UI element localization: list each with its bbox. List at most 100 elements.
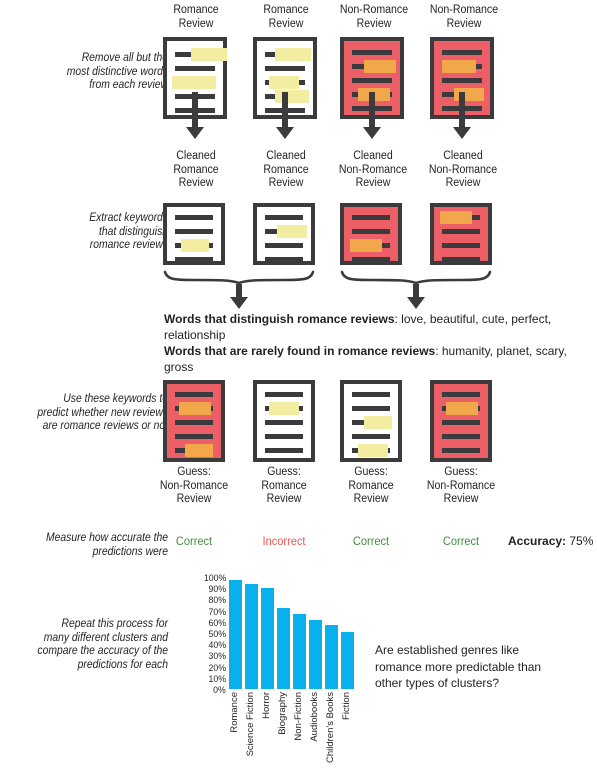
step1-note-line: Remove all but the	[81, 52, 168, 64]
prediction-card-nonromance[interactable]	[430, 380, 492, 462]
keyword-highlight	[358, 444, 388, 457]
bar-horror[interactable]	[261, 588, 274, 689]
label-line: Cleaned	[176, 150, 216, 162]
text-line	[265, 448, 303, 453]
step1-note-line: from each review	[89, 79, 168, 91]
keyword-label: Words that are rarely found in romance r…	[164, 344, 436, 358]
y-tick: 10%	[208, 673, 226, 685]
bar-non-fiction[interactable]	[293, 614, 306, 689]
text-line	[265, 257, 303, 262]
bar-childrens-books[interactable]	[325, 625, 338, 689]
y-tick: 30%	[208, 651, 226, 663]
text-line	[265, 66, 305, 71]
cleaned-card-nonromance[interactable]	[340, 203, 402, 265]
x-tick-science-fiction: Science Fiction	[245, 692, 256, 757]
row1-label-3: Non-Romance Review	[424, 4, 505, 31]
keyword-line-distinguish: Words that distinguish romance reviews: …	[164, 311, 584, 343]
label-line: Non-Romance	[338, 163, 408, 176]
label-line: Review	[446, 17, 482, 30]
step2-note-line: Extract keywords	[89, 212, 168, 224]
prediction-card-nonromance[interactable]	[163, 380, 225, 462]
text-line	[442, 243, 480, 248]
text-line	[175, 392, 213, 397]
bar-audiobooks[interactable]	[309, 619, 322, 689]
text-line	[175, 215, 213, 220]
text-line	[265, 420, 303, 425]
label-line: Cleaned	[443, 150, 483, 162]
text-line	[265, 243, 303, 248]
text-line	[352, 78, 392, 83]
keyword-highlight	[277, 225, 307, 238]
label-line: Cleaned	[353, 150, 393, 162]
label-line: Review	[268, 177, 304, 189]
text-line	[175, 257, 213, 262]
question-line: romance more predictable than	[375, 659, 542, 674]
question-line: Are established genres like	[375, 643, 520, 657]
x-tick-biography: Biography	[277, 692, 288, 735]
text-line	[442, 434, 480, 439]
step1-note: Remove all but the most distinctive word…	[26, 52, 168, 93]
label-line: Romance	[173, 4, 219, 16]
label-line: Review	[268, 17, 304, 30]
text-line	[175, 229, 213, 234]
text-line	[265, 215, 303, 220]
y-tick: 50%	[208, 629, 226, 640]
plot-area	[229, 577, 355, 689]
y-tick: 60%	[208, 617, 226, 629]
step5-note-line: compare the accuracy of the	[37, 645, 169, 657]
prediction-card-romance[interactable]	[340, 380, 402, 462]
verdict-3: Correct	[442, 534, 480, 548]
keyword-highlight	[269, 76, 299, 89]
accuracy-bar-chart: 100% 90% 80% 70% 60% 50% 40% 30% 20% 10%…	[196, 574, 356, 763]
row2-label-3: Cleaned Non-Romance Review	[422, 150, 505, 191]
text-line	[442, 420, 480, 425]
keyword-highlight	[275, 48, 311, 61]
keyword-line-rare: Words that are rarely found in romance r…	[164, 343, 584, 375]
row1-label-1: Romance Review	[253, 4, 319, 31]
y-tick: 80%	[208, 595, 226, 607]
label-line: Romance	[173, 163, 219, 176]
y-tick: 70%	[208, 606, 226, 618]
label-line: Romance	[263, 4, 309, 16]
flow-arrow	[276, 92, 294, 139]
cleaned-card-romance[interactable]	[253, 203, 315, 265]
label-line: Review	[176, 493, 212, 505]
row3-label-0: Guess: Non-Romance Review	[153, 466, 236, 507]
closing-question: Are established genres like romance more…	[375, 642, 575, 692]
bar-romance[interactable]	[229, 580, 242, 689]
keyword-highlight	[172, 76, 216, 89]
step4-note-line: predictions were	[92, 545, 168, 558]
keyword-summary: Words that distinguish romance reviews: …	[164, 311, 584, 375]
label-line: Review	[445, 177, 481, 189]
flow-arrow	[363, 92, 381, 139]
step2-note-line: romance reviews	[89, 239, 168, 251]
label-line: Romance	[263, 163, 309, 176]
text-line	[352, 392, 390, 397]
text-line	[442, 257, 480, 262]
y-tick: 20%	[208, 662, 226, 674]
cleaned-card-nonromance[interactable]	[430, 203, 492, 265]
keyword-highlight	[446, 402, 478, 415]
text-line	[352, 50, 392, 55]
bar-biography[interactable]	[277, 608, 290, 689]
keyword-highlight	[191, 48, 227, 61]
bar-science-fiction[interactable]	[245, 583, 258, 689]
label-line: Romance	[348, 479, 394, 492]
step3-note-line: are romance reviews or not	[42, 420, 168, 432]
x-tick-horror: Horror	[261, 692, 272, 719]
row3-label-1: Guess: Romance Review	[251, 466, 317, 507]
cleaned-card-romance[interactable]	[163, 203, 225, 265]
keyword-highlight	[185, 444, 213, 457]
text-line	[265, 434, 303, 439]
bar-fiction[interactable]	[341, 631, 354, 689]
prediction-card-romance[interactable]	[253, 380, 315, 462]
text-line	[175, 434, 213, 439]
step5-note-line: Repeat this process for	[61, 618, 169, 630]
label-line: Guess:	[267, 466, 301, 478]
row3-label-2: Guess: Romance Review	[338, 466, 404, 507]
step5-note-line: predictions for each	[77, 658, 168, 671]
verdict-1: Incorrect	[262, 534, 306, 548]
label-line: Review	[353, 493, 389, 505]
step2-note-line: that distinguish	[98, 225, 168, 238]
flow-arrow	[407, 284, 425, 309]
